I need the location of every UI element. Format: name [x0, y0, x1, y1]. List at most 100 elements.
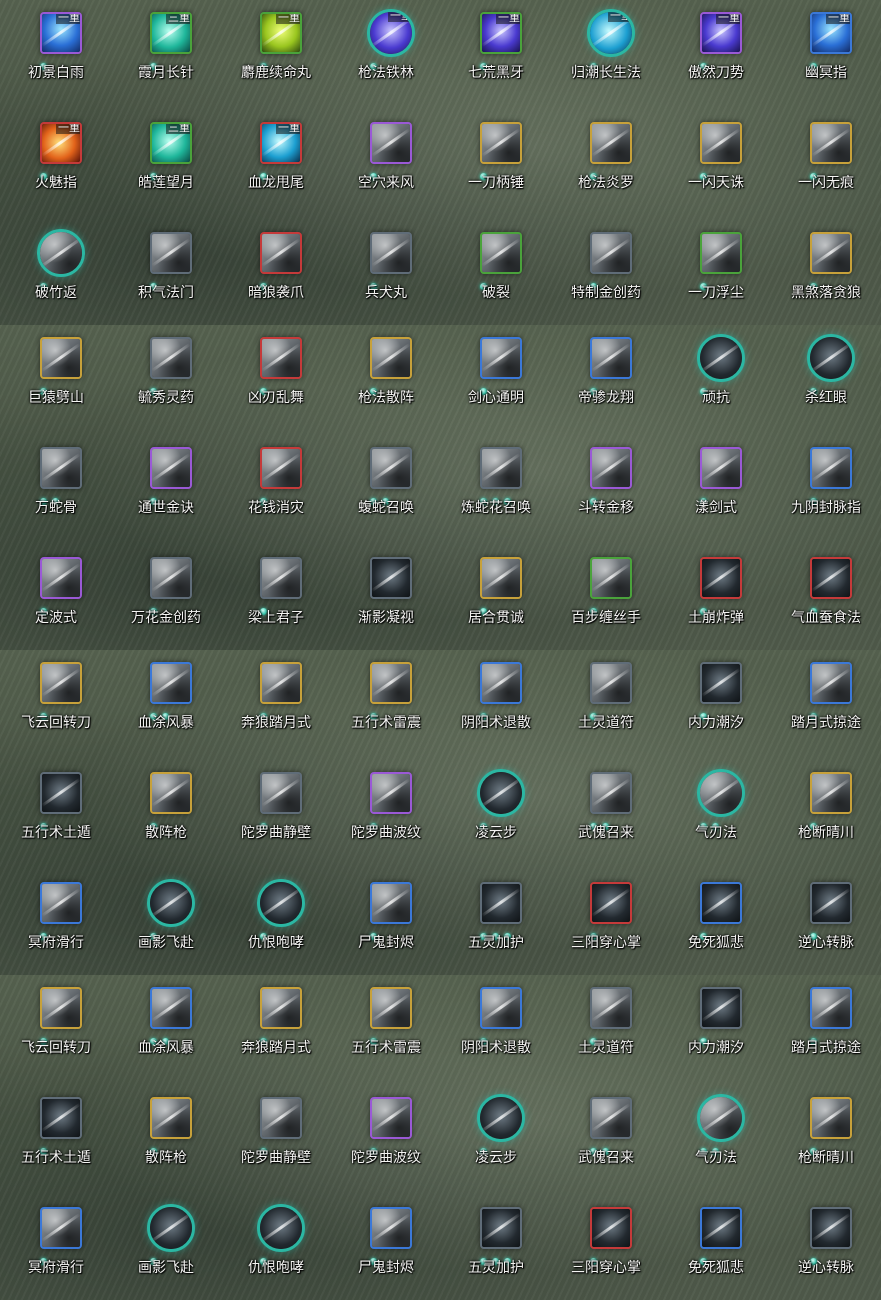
- skill-icon[interactable]: [260, 1097, 302, 1139]
- skill-icon[interactable]: [370, 122, 412, 164]
- skill-slot[interactable]: 梁上君子: [220, 545, 330, 650]
- skill-icon[interactable]: [257, 1204, 305, 1252]
- skill-icon[interactable]: [700, 557, 742, 599]
- skill-slot[interactable]: 五灵加护: [440, 1195, 550, 1300]
- skill-icon[interactable]: [590, 122, 632, 164]
- skill-slot[interactable]: 百步缠丝手: [550, 545, 660, 650]
- skill-slot[interactable]: 兵犬丸: [330, 220, 440, 325]
- skill-slot[interactable]: 武傀召来: [550, 1085, 660, 1195]
- skill-icon[interactable]: [700, 987, 742, 1029]
- skill-icon[interactable]: [590, 662, 632, 704]
- skill-icon[interactable]: [810, 987, 852, 1029]
- skill-slot[interactable]: 毓秀灵药: [110, 325, 220, 435]
- skill-icon[interactable]: [810, 882, 852, 924]
- skill-icon[interactable]: [40, 1207, 82, 1249]
- skill-icon[interactable]: [700, 122, 742, 164]
- skill-slot[interactable]: 一重 幽冥指: [770, 0, 880, 110]
- skill-icon[interactable]: 一重: [260, 12, 302, 54]
- skill-icon[interactable]: [700, 1207, 742, 1249]
- skill-icon[interactable]: [477, 1094, 525, 1142]
- skill-slot[interactable]: 破竹返: [0, 220, 110, 325]
- skill-slot[interactable]: 画影飞赴: [110, 870, 220, 975]
- skill-slot[interactable]: 土灵道符: [550, 650, 660, 760]
- skill-icon[interactable]: [40, 557, 82, 599]
- skill-slot[interactable]: 花钱消灾: [220, 435, 330, 545]
- skill-icon[interactable]: 一重: [260, 122, 302, 164]
- skill-icon[interactable]: [810, 1097, 852, 1139]
- skill-icon[interactable]: [810, 232, 852, 274]
- skill-slot[interactable]: 凌云步: [440, 1085, 550, 1195]
- skill-icon[interactable]: [590, 772, 632, 814]
- skill-slot[interactable]: 冥府滑行: [0, 870, 110, 975]
- skill-icon[interactable]: [260, 232, 302, 274]
- skill-slot[interactable]: 逆心转脉: [770, 1195, 880, 1300]
- skill-icon[interactable]: [810, 557, 852, 599]
- skill-slot[interactable]: 散阵枪: [110, 1085, 220, 1195]
- skill-icon[interactable]: [150, 772, 192, 814]
- skill-icon[interactable]: [477, 769, 525, 817]
- skill-slot[interactable]: 一刀浮尘: [660, 220, 770, 325]
- skill-slot[interactable]: 三重 霞月长针: [110, 0, 220, 110]
- skill-slot[interactable]: 奔狼踏月式: [220, 650, 330, 760]
- skill-icon[interactable]: [370, 662, 412, 704]
- skill-icon[interactable]: [40, 1097, 82, 1139]
- skill-slot[interactable]: 破裂: [440, 220, 550, 325]
- skill-slot[interactable]: 万花金创药: [110, 545, 220, 650]
- skill-icon[interactable]: [147, 879, 195, 927]
- skill-icon[interactable]: [370, 882, 412, 924]
- skill-slot[interactable]: 仇恨咆哮: [220, 1195, 330, 1300]
- skill-slot[interactable]: 一重 枪法铁林: [330, 0, 440, 110]
- skill-slot[interactable]: 九阴封脉指: [770, 435, 880, 545]
- skill-icon[interactable]: [370, 772, 412, 814]
- skill-icon[interactable]: 一重: [40, 12, 82, 54]
- skill-slot[interactable]: 凶刃乱舞: [220, 325, 330, 435]
- skill-icon[interactable]: 三重: [150, 12, 192, 54]
- skill-slot[interactable]: 三阳穿心掌: [550, 870, 660, 975]
- skill-icon[interactable]: [260, 662, 302, 704]
- skill-slot[interactable]: 内力潮汐: [660, 650, 770, 760]
- skill-icon[interactable]: [590, 447, 632, 489]
- skill-icon[interactable]: [810, 1207, 852, 1249]
- skill-slot[interactable]: 三重 皓莲望月: [110, 110, 220, 220]
- skill-icon[interactable]: [697, 334, 745, 382]
- skill-icon[interactable]: 一重: [480, 12, 522, 54]
- skill-icon[interactable]: [807, 334, 855, 382]
- skill-icon[interactable]: [150, 232, 192, 274]
- skill-icon[interactable]: [150, 337, 192, 379]
- skill-icon[interactable]: [700, 232, 742, 274]
- skill-icon[interactable]: [590, 1097, 632, 1139]
- skill-slot[interactable]: 踏月式掠途: [770, 650, 880, 760]
- skill-slot[interactable]: 土崩炸弹: [660, 545, 770, 650]
- skill-slot[interactable]: 剑心通明: [440, 325, 550, 435]
- skill-slot[interactable]: 顽抗: [660, 325, 770, 435]
- skill-slot[interactable]: 陀罗曲波纹: [330, 1085, 440, 1195]
- skill-slot[interactable]: 蝮蛇召唤: [330, 435, 440, 545]
- skill-slot[interactable]: 枪法散阵: [330, 325, 440, 435]
- skill-icon[interactable]: 一重: [700, 12, 742, 54]
- skill-icon[interactable]: [370, 337, 412, 379]
- skill-slot[interactable]: 五行术土遁: [0, 1085, 110, 1195]
- skill-icon[interactable]: [480, 557, 522, 599]
- skill-icon[interactable]: [40, 772, 82, 814]
- skill-slot[interactable]: 万蛇骨: [0, 435, 110, 545]
- skill-slot[interactable]: 漾剑式: [660, 435, 770, 545]
- skill-slot[interactable]: 枪法炎罗: [550, 110, 660, 220]
- skill-icon[interactable]: [700, 447, 742, 489]
- skill-slot[interactable]: 枪断晴川: [770, 760, 880, 870]
- skill-icon[interactable]: [40, 662, 82, 704]
- skill-slot[interactable]: 陀罗曲静壁: [220, 1085, 330, 1195]
- skill-slot[interactable]: 凌云步: [440, 760, 550, 870]
- skill-icon[interactable]: [260, 337, 302, 379]
- skill-icon[interactable]: [370, 1097, 412, 1139]
- skill-slot[interactable]: 散阵枪: [110, 760, 220, 870]
- skill-icon[interactable]: [257, 879, 305, 927]
- skill-icon[interactable]: [150, 557, 192, 599]
- skill-icon[interactable]: [590, 557, 632, 599]
- skill-icon[interactable]: [480, 122, 522, 164]
- skill-slot[interactable]: 定波式: [0, 545, 110, 650]
- skill-slot[interactable]: 阴阳术退散: [440, 975, 550, 1085]
- skill-slot[interactable]: 黑煞落贪狼: [770, 220, 880, 325]
- skill-slot[interactable]: 一重 麝鹿续命丸: [220, 0, 330, 110]
- skill-icon[interactable]: [590, 882, 632, 924]
- skill-icon[interactable]: [590, 987, 632, 1029]
